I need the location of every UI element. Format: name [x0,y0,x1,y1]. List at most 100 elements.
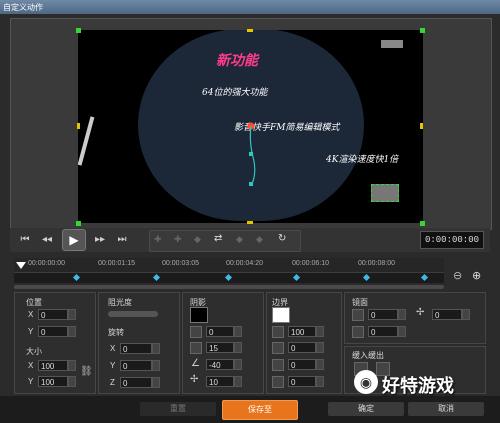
remove-keyframe-icon[interactable]: ✚ [174,234,182,245]
video-text-line4: 4K渲染速度快1倍 [326,155,399,165]
rotation-z-input[interactable]: 0 [120,377,152,388]
border-width-spinner[interactable] [316,326,324,337]
next-keyframe-icon[interactable]: ◆ [256,234,263,245]
resize-handle-left[interactable] [77,123,80,129]
zoom-in-icon[interactable]: ⊕ [472,269,481,282]
step-forward-icon[interactable]: ▸▸ [91,231,109,249]
position-title: 位置 [26,298,42,307]
shadow-opacity-spinner[interactable] [234,326,242,337]
cancel-button[interactable]: 取消 [408,402,484,416]
position-y-input[interactable]: 0 [38,326,68,337]
resize-handle-tr[interactable] [420,28,425,33]
reset-button[interactable]: 重置 [140,402,216,416]
keyframe-marker[interactable] [420,273,429,282]
size-y-input[interactable]: 100 [38,376,68,387]
timeline-ruler[interactable]: 00:00:00:00 00:00:01:15 00:00:03:05 00:0… [14,258,444,272]
shadow-distance-input[interactable]: 10 [206,376,234,387]
resize-handle-br[interactable] [420,221,425,226]
size-x-input[interactable]: 100 [38,360,68,371]
link-aspect-icon[interactable]: ⛓ [80,366,93,377]
ruler-tick-label: 00:00:03:05 [162,260,199,267]
rotation-y-label: Y [110,361,116,370]
keyframe-marker[interactable] [224,273,233,282]
video-text-line2: 64位的强大功能 [202,88,268,98]
mirror-opacity-icon [352,309,364,321]
border-width-icon [272,326,284,338]
border-option-spinner[interactable] [316,342,324,353]
rotation-y-input[interactable]: 0 [120,360,152,371]
add-keyframe-icon[interactable]: ✚ [154,234,162,245]
border-color-swatch[interactable] [272,307,290,323]
shadow-color-swatch[interactable] [190,307,208,323]
watermark-logo: ◉ [354,370,378,394]
keyframe-marker[interactable] [152,273,161,282]
resize-handle-top[interactable] [247,29,253,32]
video-text-new-feature: 新功能 [216,53,258,69]
mirror-gradient-spinner[interactable] [398,326,406,337]
mirror-gradient-input[interactable]: 0 [368,326,398,337]
zoom-out-icon[interactable]: ⊖ [453,269,462,282]
video-blur-block [381,40,403,48]
rotation-z-spinner[interactable] [152,377,160,388]
border-outline-spinner[interactable] [316,376,324,387]
loop-icon[interactable]: ↻ [278,233,286,244]
step-back-icon[interactable]: ◂◂ [38,231,56,249]
keyframe-track[interactable] [14,272,444,283]
rotation-y-spinner[interactable] [152,360,160,371]
path-end-node[interactable] [249,182,253,186]
shadow-opacity-input[interactable]: 0 [206,326,234,337]
border-blur-spinner[interactable] [316,359,324,370]
go-to-start-icon[interactable]: ⏮ [16,231,34,249]
overlay-clip-box[interactable] [371,184,399,202]
play-button[interactable]: ▶ [62,229,86,251]
shadow-distance-spinner[interactable] [234,376,242,387]
prev-keyframe-icon[interactable]: ◆ [236,234,243,245]
position-x-spinner[interactable] [68,309,76,320]
go-to-end-icon[interactable]: ⏭ [113,231,131,249]
position-x-input[interactable]: 0 [38,309,68,320]
border-width-input[interactable]: 100 [288,326,316,337]
mirror-offset-spinner[interactable] [462,309,470,320]
border-outline-icon [272,376,284,388]
mirror-offset-input[interactable]: 0 [432,309,462,320]
size-x-spinner[interactable] [68,360,76,371]
position-y-spinner[interactable] [68,326,76,337]
mirror-opacity-input[interactable]: 0 [368,309,398,320]
ok-button[interactable]: 确定 [328,402,404,416]
rotation-x-spinner[interactable] [152,343,160,354]
mirror-opacity-spinner[interactable] [398,309,406,320]
size-x-label: X [28,361,34,370]
swap-icon[interactable]: ⇄ [214,233,222,244]
resize-handle-tl[interactable] [76,28,81,33]
rotation-title: 旋转 [108,328,124,337]
size-y-spinner[interactable] [68,376,76,387]
reverse-keyframe-icon[interactable]: ◆ [194,234,201,245]
shadow-blur-spinner[interactable] [234,342,242,353]
opacity-title: 阻光度 [108,298,132,307]
window-title: 自定义动作 [3,3,43,12]
motion-path[interactable] [243,122,263,192]
rotation-x-input[interactable]: 0 [120,343,152,354]
resize-handle-bottom[interactable] [247,221,253,224]
video-frame: 新功能 64位的强大功能 影音快手FM简易编辑模式 4K渲染速度快1倍 [78,30,423,223]
keyframe-marker[interactable] [292,273,301,282]
ruler-tick-label: 00:00:06:10 [292,260,329,267]
resize-handle-right[interactable] [420,123,423,129]
path-node[interactable] [249,152,253,156]
shadow-angle-spinner[interactable] [234,359,242,370]
resize-handle-bl[interactable] [76,221,81,226]
shadow-angle-input[interactable]: -40 [206,359,234,370]
save-as-button[interactable]: 保存至 [222,400,298,420]
keyframe-marker[interactable] [362,273,371,282]
border-blur-input[interactable]: 0 [288,359,316,370]
size-title: 大小 [26,347,42,356]
timeline-scrollbar[interactable] [14,285,444,289]
timecode-display[interactable]: 0:00:00:00 [420,231,484,249]
keyframe-marker[interactable] [72,273,81,282]
opacity-slider[interactable] [108,311,158,317]
playhead[interactable] [16,262,26,269]
border-outline-input[interactable]: 0 [288,376,316,387]
border-option-input[interactable]: 0 [288,342,316,353]
shadow-distance-icon: ✢ [190,374,199,385]
shadow-blur-input[interactable]: 15 [206,342,234,353]
